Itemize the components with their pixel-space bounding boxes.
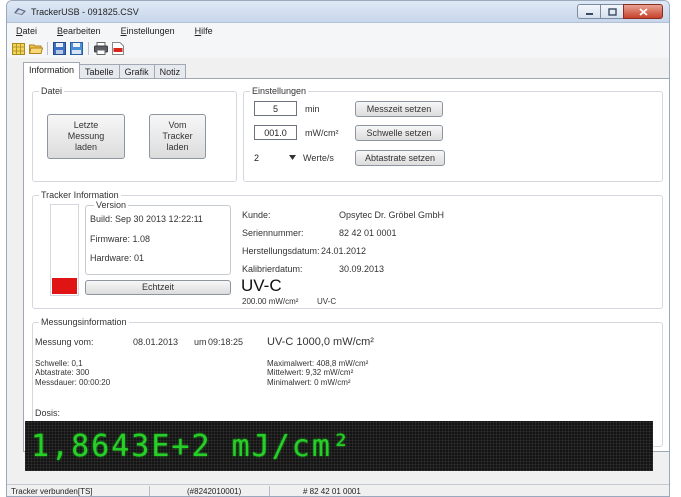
measurement-info-group-title: Messungsinformation (39, 317, 129, 327)
menu-hilfe[interactable]: Hilfe (195, 26, 213, 36)
sensor-level-fill (52, 277, 77, 294)
close-icon (638, 7, 648, 16)
mfg-date-label: Herstellungsdatum: (242, 246, 320, 256)
save-as-button[interactable] (69, 41, 84, 56)
menu-einstellungen[interactable]: Einstellungen (121, 26, 175, 36)
dose-label: Dosis: (35, 408, 61, 418)
minimize-icon (585, 12, 593, 15)
tab-information[interactable]: Information (23, 62, 81, 79)
sensor-level-bar (50, 204, 79, 296)
measure-time-input[interactable]: 5 (254, 101, 297, 116)
max-value: Maximalwert: 408,8 mW/cm² (267, 359, 369, 368)
datei-group-title: Datei (39, 86, 65, 96)
load-from-tracker-button[interactable]: Vom Tracker laden (149, 114, 206, 159)
grid-button[interactable] (11, 41, 26, 56)
open-button[interactable] (28, 41, 43, 56)
maximize-button[interactable] (600, 4, 624, 19)
cal-date-value: 30.09.2013 (339, 264, 385, 274)
measurement-time-value: 09:18:25 (208, 337, 244, 347)
menu-datei[interactable]: Datei (16, 26, 37, 36)
tracker-info-group-title: Tracker Information (39, 190, 121, 200)
hardware-text: Hardware: 01 (90, 253, 145, 263)
realtime-button[interactable]: Echtzeit (85, 280, 231, 295)
grid-icon (12, 42, 25, 55)
information-panel: Datei Letzte Messung laden Vom Tracker l… (23, 78, 669, 452)
measurement-sensor-summary: UV-C 1000,0 mW/cm² (267, 336, 374, 348)
chevron-down-icon (289, 155, 296, 160)
tab-strip: Information Tabelle Grafik Notiz (23, 62, 187, 79)
toolbar-separator (88, 42, 89, 55)
dose-value: 1,8643E+2 mJ/cm² (31, 428, 352, 464)
app-window: TrackerUSB - 091825.CSV Datei Bearbeiten… (6, 0, 670, 497)
status-serial: # 82 42 01 0001 (303, 487, 361, 496)
tab-tabelle[interactable]: Tabelle (79, 64, 120, 79)
minimize-button[interactable] (577, 4, 601, 19)
sample-rate-unit: Werte/s (303, 153, 334, 163)
menu-bar: Datei Bearbeiten Einstellungen Hilfe (7, 23, 669, 39)
status-divider (269, 486, 270, 496)
build-text: Build: Sep 30 2013 12:22:11 (90, 214, 203, 224)
sample-rate-value: 2 (254, 152, 260, 163)
version-group-title: Version (94, 200, 129, 210)
print-icon (93, 42, 108, 55)
einstellungen-group-title: Einstellungen (250, 86, 309, 96)
mfg-date-value: 24.01.2012 (321, 246, 367, 256)
customer-label: Kunde: (242, 210, 271, 220)
window-title: TrackerUSB - 091825.CSV (31, 7, 139, 17)
status-divider (149, 486, 150, 496)
tab-grafik[interactable]: Grafik (118, 64, 155, 79)
pdf-icon (111, 42, 124, 55)
cal-date-label: Kalibrierdatum: (242, 264, 303, 274)
set-measure-time-button[interactable]: Messzeit setzen (355, 101, 443, 117)
version-group: Version Build: Sep 30 2013 12:22:11 Firm… (85, 200, 231, 275)
min-value: Minimalwert: 0 mW/cm² (267, 378, 351, 387)
app-icon (14, 8, 26, 15)
measure-time-unit: min (305, 104, 320, 114)
sensor-range: 200.00 mW/cm² (242, 297, 299, 306)
serial-value: 82 42 01 0001 (339, 228, 397, 238)
toolbar (7, 39, 669, 58)
mean-value: Mittelwert: 9,32 mW/cm² (267, 368, 354, 377)
print-button[interactable] (93, 41, 108, 56)
einstellungen-group: Einstellungen 5 min Messzeit setzen 001.… (243, 86, 663, 182)
set-sample-rate-button[interactable]: Abtastrate setzen (355, 150, 445, 166)
firmware-text: Firmware: 1.08 (90, 234, 151, 244)
measurement-date-label: Messung vom: (35, 337, 94, 347)
sensor-range-type: UV-C (317, 297, 337, 306)
customer-value: Opsytec Dr. Gröbel GmbH (339, 210, 445, 220)
toolbar-separator (47, 42, 48, 55)
close-button[interactable] (623, 4, 663, 19)
save-icon (53, 42, 66, 55)
status-connection: Tracker verbunden[TS] (11, 487, 93, 496)
sensor-type: UV-C (241, 276, 282, 295)
serial-label: Seriennummer: (242, 228, 304, 238)
save-as-icon (70, 42, 83, 55)
maximize-icon (607, 7, 617, 16)
pdf-button[interactable] (110, 41, 125, 56)
datei-group: Datei Letzte Messung laden Vom Tracker l… (32, 86, 237, 182)
menu-bearbeiten[interactable]: Bearbeiten (57, 26, 101, 36)
tab-notiz[interactable]: Notiz (153, 64, 187, 79)
dose-display: 1,8643E+2 mJ/cm² (25, 421, 653, 471)
threshold-info: Schwelle: 0,1 (35, 359, 83, 368)
threshold-unit: mW/cm² (305, 128, 339, 138)
status-bar: Tracker verbunden[TS] (#8242010001) # 82… (7, 484, 669, 496)
measurement-date-value: 08.01.2013 (133, 337, 179, 347)
set-threshold-button[interactable]: Schwelle setzen (355, 125, 443, 141)
folder-open-icon (28, 44, 43, 54)
measurement-time-label: um (194, 337, 207, 347)
sample-rate-info: Abtastrate: 300 (35, 368, 90, 377)
save-button[interactable] (52, 41, 67, 56)
load-last-measurement-button[interactable]: Letzte Messung laden (47, 114, 125, 159)
threshold-input[interactable]: 001.0 (254, 125, 297, 140)
duration-info: Messdauer: 00:00:20 (35, 378, 111, 387)
tracker-info-group: Tracker Information Version Build: Sep 3… (32, 190, 663, 309)
sample-rate-select[interactable]: 2 (254, 150, 299, 165)
status-device-id: (#8242010001) (187, 487, 242, 496)
title-bar[interactable]: TrackerUSB - 091825.CSV (7, 1, 669, 23)
